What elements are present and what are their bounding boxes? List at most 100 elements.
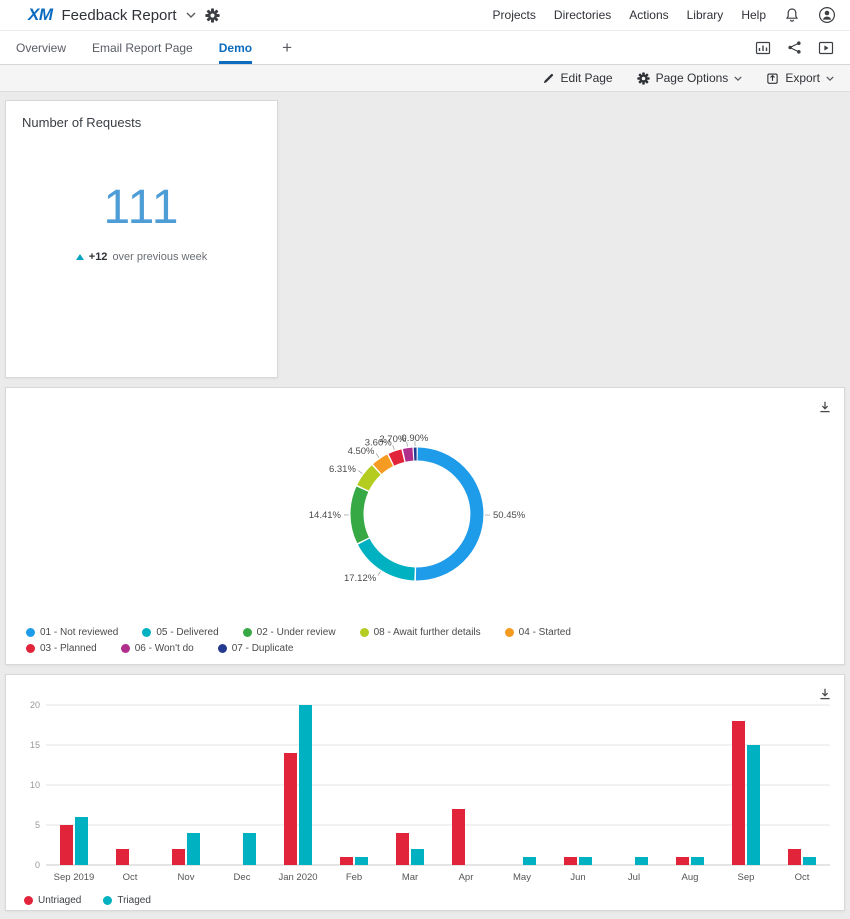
donut-slice[interactable] — [363, 470, 376, 488]
present-play-icon[interactable] — [818, 40, 834, 56]
donut-chart-svg: 50.45%17.12%14.41%6.31%4.50%3.60%2.70%0.… — [165, 410, 685, 622]
bar-untriaged[interactable] — [116, 849, 129, 865]
bar-untriaged[interactable] — [676, 857, 689, 865]
legend-label: Triaged — [117, 895, 151, 906]
legend-item[interactable]: 02 - Under review — [243, 627, 336, 638]
bar-untriaged[interactable] — [172, 849, 185, 865]
bar-triaged[interactable] — [803, 857, 816, 865]
bar-untriaged[interactable] — [564, 857, 577, 865]
bar-triaged[interactable] — [187, 833, 200, 865]
donut-slice[interactable] — [377, 460, 390, 469]
legend-item[interactable]: Untriaged — [24, 895, 81, 906]
bar-triaged[interactable] — [579, 857, 592, 865]
legend-item[interactable]: 03 - Planned — [26, 643, 97, 654]
legend-item[interactable]: 04 - Started — [505, 627, 571, 638]
donut-label-tick — [393, 445, 395, 450]
bar-triaged[interactable] — [75, 817, 88, 865]
notifications-bell-icon[interactable] — [784, 7, 800, 23]
bar-untriaged[interactable] — [788, 849, 801, 865]
report-settings-gear-icon[interactable] — [205, 8, 220, 23]
bar-triaged[interactable] — [355, 857, 368, 865]
legend-dot-icon — [243, 628, 252, 637]
page-options-label: Page Options — [656, 71, 729, 85]
bar-triaged[interactable] — [691, 857, 704, 865]
nav-actions[interactable]: Actions — [629, 8, 668, 22]
donut-label-tick — [358, 471, 362, 474]
bar-untriaged[interactable] — [732, 721, 745, 865]
bar-untriaged[interactable] — [60, 825, 73, 865]
share-icon[interactable] — [787, 40, 802, 55]
edit-page-button[interactable]: Edit Page — [542, 71, 613, 85]
legend-dot-icon — [26, 628, 35, 637]
bar-triaged[interactable] — [299, 705, 312, 865]
x-axis-category-label: Nov — [178, 872, 195, 883]
dashboard-body: Number of Requests 111 +12 over previous… — [0, 92, 850, 919]
y-axis-tick-label: 15 — [30, 740, 40, 750]
download-widget-button[interactable] — [818, 685, 832, 703]
account-avatar-icon[interactable] — [818, 6, 836, 24]
number-of-requests-widget: Number of Requests 111 +12 over previous… — [5, 100, 278, 378]
bar-chart-svg: 05101520Sep 2019OctNovDecJan 2020FebMarA… — [16, 693, 834, 893]
tab-email-report-page[interactable]: Email Report Page — [92, 31, 193, 64]
bar-triaged[interactable] — [523, 857, 536, 865]
delta-up-triangle-icon — [76, 254, 84, 260]
x-axis-category-label: May — [513, 872, 531, 883]
legend-item[interactable]: 06 - Won't do — [121, 643, 194, 654]
bar-chart-legend: Untriaged Triaged — [16, 895, 834, 906]
x-axis-category-label: Mar — [402, 872, 418, 883]
nav-projects[interactable]: Projects — [493, 8, 536, 22]
tabbar-actions — [755, 40, 834, 56]
metrics-snapshot-icon[interactable] — [755, 40, 771, 56]
report-title[interactable]: Feedback Report — [62, 7, 177, 24]
legend-dot-icon — [360, 628, 369, 637]
donut-slice[interactable] — [391, 456, 402, 460]
donut-slice[interactable] — [364, 542, 415, 574]
donut-slice[interactable] — [357, 489, 363, 540]
donut-slice[interactable] — [416, 454, 477, 574]
x-axis-category-label: Jan 2020 — [278, 872, 317, 883]
legend-item[interactable]: 05 - Delivered — [142, 627, 218, 638]
x-axis-category-label: Oct — [795, 872, 810, 883]
x-axis-category-label: Dec — [234, 872, 251, 883]
tab-demo[interactable]: Demo — [219, 31, 252, 64]
legend-row: 03 - Planned 06 - Won't do 07 - Duplicate — [26, 643, 832, 654]
bar-untriaged[interactable] — [452, 809, 465, 865]
bar-untriaged[interactable] — [340, 857, 353, 865]
y-axis-tick-label: 0 — [35, 860, 40, 870]
legend-label: 07 - Duplicate — [232, 643, 294, 654]
legend-dot-icon — [24, 896, 33, 905]
nav-help[interactable]: Help — [741, 8, 766, 22]
donut-label-tick — [378, 571, 381, 575]
export-button[interactable]: Export — [766, 71, 834, 85]
legend-label: 06 - Won't do — [135, 643, 194, 654]
legend-dot-icon — [505, 628, 514, 637]
donut-percent-label: 0.90% — [401, 433, 428, 444]
nav-library[interactable]: Library — [687, 8, 724, 22]
page-options-button[interactable]: Page Options — [637, 71, 743, 85]
y-axis-tick-label: 5 — [35, 820, 40, 830]
bar-triaged[interactable] — [635, 857, 648, 865]
triage-bar-chart-widget: 05101520Sep 2019OctNovDecJan 2020FebMarA… — [5, 674, 845, 911]
bar-untriaged[interactable] — [284, 753, 297, 865]
bar-triaged[interactable] — [411, 849, 424, 865]
delta-value: +12 — [89, 251, 108, 263]
donut-slice[interactable] — [404, 454, 413, 455]
y-axis-tick-label: 20 — [30, 700, 40, 710]
legend-item[interactable]: Triaged — [103, 895, 151, 906]
delta-suffix: over previous week — [112, 251, 207, 263]
bar-triaged[interactable] — [243, 833, 256, 865]
report-title-chevron-down-icon[interactable] — [186, 12, 196, 18]
donut-label-tick — [376, 453, 379, 457]
x-axis-category-label: Aug — [682, 872, 699, 883]
export-label: Export — [785, 71, 820, 85]
tab-overview[interactable]: Overview — [16, 31, 66, 64]
legend-dot-icon — [121, 644, 130, 653]
nav-directories[interactable]: Directories — [554, 8, 611, 22]
download-widget-button[interactable] — [818, 398, 832, 416]
legend-item[interactable]: 08 - Await further details — [360, 627, 481, 638]
bar-untriaged[interactable] — [396, 833, 409, 865]
legend-item[interactable]: 07 - Duplicate — [218, 643, 294, 654]
add-page-button[interactable]: + — [282, 39, 292, 56]
bar-triaged[interactable] — [747, 745, 760, 865]
legend-item[interactable]: 01 - Not reviewed — [26, 627, 118, 638]
